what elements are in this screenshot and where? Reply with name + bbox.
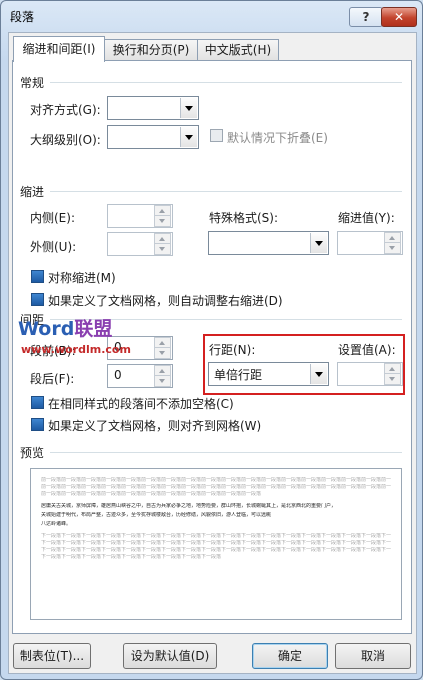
preview-previous-paragraph: 前一段落前一段落前一段落前一段落前一段落前一段落前一段落前一段落前一段落前一段落… — [41, 491, 261, 497]
outside-indent-label: 外侧(U): — [30, 240, 77, 254]
preview-next-paragraph: 下一段落下一段落下一段落下一段落下一段落下一段落下一段落下一段落下一段落下一段落… — [41, 554, 221, 560]
snap-to-grid-checkbox[interactable] — [31, 418, 44, 431]
divider — [50, 82, 402, 83]
special-indent-dropdown[interactable] — [208, 231, 329, 255]
section-general: 常规 — [20, 76, 45, 90]
tab-asian-typography[interactable]: 中文版式(H) — [197, 39, 279, 61]
indent-by-label: 缩进值(Y): — [338, 211, 395, 225]
indent-by-spinner[interactable] — [337, 231, 403, 255]
spin-down-icon[interactable] — [154, 243, 171, 255]
space-after-spinner[interactable]: 0 — [107, 364, 173, 388]
mirror-indents-label: 对称缩进(M) — [48, 271, 116, 285]
preview-next-paragraph: 下一段落下一段落下一段落下一段落下一段落下一段落下一段落下一段落下一段落下一段落… — [41, 533, 391, 539]
outline-level-label: 大纲级别(O): — [30, 133, 101, 147]
inside-indent-label: 内侧(E): — [30, 211, 75, 225]
no-space-same-style-checkbox[interactable] — [31, 396, 44, 409]
outside-indent-spinner[interactable] — [107, 232, 173, 256]
preview-next-paragraph: 下一段落下一段落下一段落下一段落下一段落下一段落下一段落下一段落下一段落下一段落… — [41, 547, 391, 553]
chevron-down-icon — [180, 127, 197, 147]
auto-right-indent-label: 如果定义了文档网格，则自动调整右缩进(D) — [48, 294, 283, 308]
alignment-label: 对齐方式(G): — [30, 103, 101, 117]
spin-down-icon[interactable] — [154, 347, 171, 359]
ok-button[interactable]: 确定 — [252, 643, 328, 669]
collapse-default-label: 默认情况下折叠(E) — [227, 131, 328, 145]
divider — [50, 452, 402, 453]
preview-sample-text: 关城始建于明代，布局严整，古迹众多，至今犹存城楼敌台，历经修缮，风貌依旧，游人登… — [41, 512, 272, 518]
chevron-down-icon — [180, 98, 197, 118]
preview-pane: 前一段落前一段落前一段落前一段落前一段落前一段落前一段落前一段落前一段落前一段落… — [30, 468, 402, 620]
inside-indent-spinner[interactable] — [107, 204, 173, 228]
collapse-default-checkbox[interactable] — [210, 129, 223, 142]
auto-right-indent-checkbox[interactable] — [31, 293, 44, 306]
preview-previous-paragraph: 前一段落前一段落前一段落前一段落前一段落前一段落前一段落前一段落前一段落前一段落… — [41, 477, 391, 483]
space-after-label: 段后(F): — [30, 372, 75, 386]
no-space-same-style-label: 在相同样式的段落间不添加空格(C) — [48, 397, 234, 411]
section-preview: 预览 — [20, 446, 45, 460]
preview-previous-paragraph: 前一段落前一段落前一段落前一段落前一段落前一段落前一段落前一段落前一段落前一段落… — [41, 484, 391, 490]
preview-sample-text: 八达岭诸峰。 — [41, 521, 72, 527]
preview-sample-text: 居庸关古关城，京师屏障，雄居燕山峡谷之中，自古为兵家必争之地，地势险要，群山环抱… — [41, 503, 337, 509]
help-button[interactable]: ? — [349, 7, 383, 27]
alignment-dropdown[interactable] — [107, 96, 199, 120]
snap-to-grid-label: 如果定义了文档网格，则对齐到网格(W) — [48, 419, 262, 433]
set-default-button[interactable]: 设为默认值(D) — [123, 643, 217, 669]
tabs-button[interactable]: 制表位(T)... — [13, 643, 91, 669]
spin-down-icon[interactable] — [154, 215, 171, 227]
tab-indent-spacing[interactable]: 缩进和间距(I) — [13, 36, 105, 62]
watermark-url: www.wordlm.com — [21, 343, 131, 356]
spin-down-icon[interactable] — [154, 375, 171, 387]
spin-down-icon[interactable] — [384, 242, 401, 254]
special-indent-label: 特殊格式(S): — [209, 211, 279, 225]
watermark-logo: Word联盟 — [18, 318, 113, 340]
divider — [50, 191, 402, 192]
chevron-down-icon — [310, 233, 327, 253]
preview-next-paragraph: 下一段落下一段落下一段落下一段落下一段落下一段落下一段落下一段落下一段落下一段落… — [41, 540, 391, 546]
cancel-button[interactable]: 取消 — [335, 643, 411, 669]
outline-level-dropdown[interactable] — [107, 125, 199, 149]
section-indentation: 缩进 — [20, 185, 45, 199]
close-button[interactable]: ✕ — [381, 7, 417, 27]
highlight-box — [203, 334, 405, 395]
dialog-title: 段落 — [10, 10, 35, 24]
tab-line-page-breaks[interactable]: 换行和分页(P) — [104, 39, 198, 61]
mirror-indents-checkbox[interactable] — [31, 270, 44, 283]
